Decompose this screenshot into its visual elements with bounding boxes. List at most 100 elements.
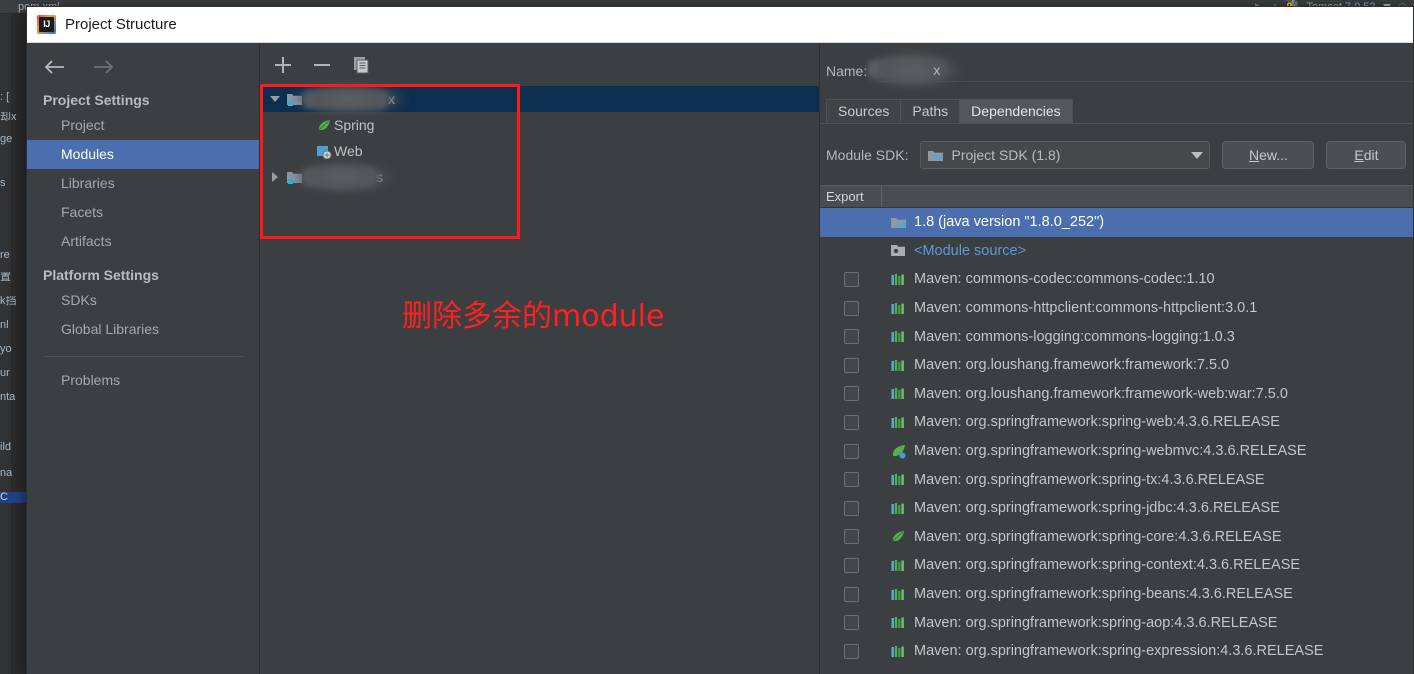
export-checkbox-cell[interactable]: [820, 443, 882, 459]
export-checkbox[interactable]: [843, 271, 859, 287]
dependency-row[interactable]: Maven: commons-httpclient:commons-httpcl…: [820, 294, 1413, 323]
export-checkbox[interactable]: [843, 329, 859, 345]
sidebar-item-modules[interactable]: Modules: [27, 140, 259, 169]
sidebar-item-global-libraries[interactable]: Global Libraries: [27, 315, 259, 344]
editor-fragment: re: [0, 250, 10, 261]
dependency-label: Maven: org.springframework:spring-aop:4.…: [914, 614, 1278, 631]
dependency-row[interactable]: Maven: org.springframework:spring-contex…: [820, 551, 1413, 580]
intellij-idea-icon: [37, 15, 56, 34]
edit-sdk-button[interactable]: Edit: [1326, 141, 1407, 169]
export-checkbox[interactable]: [843, 414, 859, 430]
editor-fragment: ge: [0, 134, 13, 145]
chevron-right-icon[interactable]: [266, 172, 284, 182]
dependency-row[interactable]: Maven: org.springframework:spring-jdbc:4…: [820, 494, 1413, 523]
export-checkbox[interactable]: [843, 443, 859, 459]
sidebar-item-libraries[interactable]: Libraries: [27, 169, 259, 198]
module-name-field[interactable]: x: [863, 50, 1413, 90]
add-module-button[interactable]: [272, 54, 294, 76]
module-tree-row[interactable]: s: [260, 160, 819, 194]
arrow-left-icon[interactable]: [43, 57, 69, 77]
module-folder-icon: [284, 170, 304, 185]
module-tree-row-label: Spring: [334, 117, 375, 133]
export-checkbox[interactable]: [843, 586, 859, 602]
dependency-label: Maven: commons-logging:commons-logging:1…: [914, 328, 1235, 345]
module-details-pane: Name: x Sources Paths Dependencies Module …: [820, 43, 1413, 674]
export-checkbox[interactable]: [843, 557, 859, 573]
export-checkbox-cell[interactable]: [820, 500, 882, 516]
dependency-row[interactable]: <Module source>: [820, 237, 1413, 266]
export-checkbox-cell[interactable]: [820, 386, 882, 402]
sidebar-item-problems[interactable]: Problems: [27, 366, 259, 395]
new-sdk-button[interactable]: New...: [1222, 141, 1315, 169]
arrow-right-icon[interactable]: [91, 57, 117, 77]
dependency-row[interactable]: Maven: org.loushang.framework:framework:…: [820, 351, 1413, 380]
module-sdk-combo[interactable]: Project SDK (1.8): [920, 141, 1211, 169]
maven-lib-icon: [882, 358, 914, 373]
dependency-row[interactable]: Maven: org.springframework:spring-webmvc…: [820, 437, 1413, 466]
redacted-module-name: [304, 92, 386, 107]
copy-module-button[interactable]: [350, 54, 372, 76]
module-tree-row-label: Web: [334, 143, 363, 159]
export-checkbox-cell[interactable]: [820, 643, 882, 659]
editor-fragment: : [: [0, 92, 10, 103]
tab-dependencies[interactable]: Dependencies: [959, 99, 1073, 123]
sidebar-group-heading: Platform Settings: [43, 267, 159, 283]
dependency-row[interactable]: Maven: org.springframework:spring-aop:4.…: [820, 608, 1413, 637]
module-tree-row[interactable]: Web: [260, 138, 819, 164]
dependency-label: <Module source>: [914, 242, 1027, 259]
editor-fragment: C: [0, 492, 26, 503]
export-column-header: Export: [820, 186, 882, 207]
dependency-row[interactable]: Maven: org.loushang.framework:framework-…: [820, 380, 1413, 409]
maven-lib-icon: [882, 644, 914, 659]
export-checkbox-cell[interactable]: [820, 529, 882, 545]
dependency-row[interactable]: Maven: org.springframework:spring-web:4.…: [820, 408, 1413, 437]
dependency-row[interactable]: Maven: commons-codec:commons-codec:1.10: [820, 265, 1413, 294]
tab-sources[interactable]: Sources: [826, 99, 902, 123]
dependency-row[interactable]: Maven: org.springframework:spring-expres…: [820, 637, 1413, 666]
annotation-text: 删除多余的module: [402, 299, 665, 334]
export-checkbox[interactable]: [843, 529, 859, 545]
dependency-row[interactable]: Maven: commons-logging:commons-logging:1…: [820, 322, 1413, 351]
export-checkbox-cell[interactable]: [820, 329, 882, 345]
module-sdk-label: Module SDK:: [826, 147, 909, 163]
export-checkbox[interactable]: [843, 386, 859, 402]
export-checkbox-cell[interactable]: [820, 472, 882, 488]
export-checkbox[interactable]: [843, 472, 859, 488]
sidebar-item-sdks[interactable]: SDKs: [27, 286, 259, 315]
dependency-label: Maven: org.springframework:spring-beans:…: [914, 586, 1293, 603]
module-detail-tabs[interactable]: Sources Paths Dependencies: [820, 96, 1413, 123]
java-sdk-icon: [928, 150, 944, 161]
export-checkbox[interactable]: [843, 643, 859, 659]
export-checkbox-cell[interactable]: [820, 615, 882, 631]
export-checkbox-cell[interactable]: [820, 557, 882, 573]
spring-leaf-icon: [314, 118, 334, 133]
export-checkbox-cell[interactable]: [820, 271, 882, 287]
chevron-down-icon[interactable]: [1191, 151, 1204, 159]
tab-paths[interactable]: Paths: [900, 99, 961, 123]
module-folder-icon: [284, 92, 304, 107]
sidebar-item-artifacts[interactable]: Artifacts: [27, 227, 259, 256]
dependency-label: Maven: org.springframework:spring-core:4…: [914, 528, 1282, 545]
dependency-row[interactable]: 1.8 (java version "1.8.0_252"): [820, 208, 1413, 237]
export-checkbox[interactable]: [843, 300, 859, 316]
dependency-label: Maven: org.springframework:spring-jdbc:4…: [914, 500, 1280, 517]
export-checkbox[interactable]: [843, 357, 859, 373]
dependency-row[interactable]: Maven: org.springframework:spring-beans:…: [820, 580, 1413, 609]
export-checkbox-cell[interactable]: [820, 586, 882, 602]
chevron-down-icon[interactable]: [266, 96, 284, 102]
module-tree-row[interactable]: x: [260, 82, 819, 116]
sidebar-item-project[interactable]: Project: [27, 111, 259, 140]
dependencies-list[interactable]: 1.8 (java version "1.8.0_252") <Module so…: [820, 208, 1413, 666]
sidebar-item-facets[interactable]: Facets: [27, 198, 259, 227]
export-checkbox-cell[interactable]: [820, 300, 882, 316]
export-checkbox[interactable]: [843, 615, 859, 631]
dependency-row[interactable]: Maven: org.springframework:spring-core:4…: [820, 523, 1413, 552]
module-tree-row[interactable]: Spring: [260, 112, 819, 138]
export-checkbox[interactable]: [843, 500, 859, 516]
editor-fragment: 却x: [0, 112, 17, 123]
export-checkbox-cell[interactable]: [820, 357, 882, 373]
export-checkbox-cell[interactable]: [820, 414, 882, 430]
remove-module-button[interactable]: [311, 54, 333, 76]
module-tree[interactable]: x Spring Web s: [260, 82, 819, 194]
dependency-row[interactable]: Maven: org.springframework:spring-tx:4.3…: [820, 465, 1413, 494]
